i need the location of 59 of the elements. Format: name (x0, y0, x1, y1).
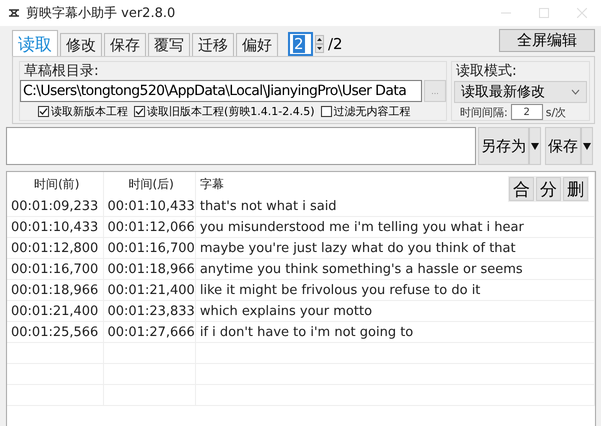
table-cell: like it might be frivolous you refuse to do it (195, 280, 594, 300)
action-button[interactable]: 分 (536, 177, 561, 201)
table-cell: 00:01:10,433 (7, 216, 103, 238)
table-cell: 00:01:16,700 (7, 258, 103, 280)
table-cell: 00:01:12,066 (103, 216, 196, 238)
table-cell: 00:01:21,400 (103, 280, 196, 300)
table-cell: 00:01:25,566 (7, 322, 103, 342)
table-cell: 00:01:23,833 (103, 300, 196, 322)
table-cell: 00:01:16,700 (103, 238, 196, 258)
page-field[interactable]: 2 (288, 32, 313, 56)
table-cell: 00:01:21,400 (7, 300, 103, 322)
table-cell: which explains your motto (195, 300, 594, 322)
save-button[interactable]: 保存 (545, 127, 581, 165)
checkbox-label: 读取旧版本工程(剪映1.4.1-2.4.5) (147, 104, 315, 119)
column-header: 时间(前) (7, 172, 103, 196)
checkbox-label: 读取新版本工程 (51, 104, 128, 119)
tab[interactable]: 偏好 (236, 33, 278, 56)
app-icon (8, 7, 20, 19)
checkbox[interactable] (38, 106, 49, 117)
tab[interactable]: 覆写 (148, 33, 190, 56)
field-label: 时间间隔: (460, 104, 508, 120)
dropdown-button[interactable] (581, 127, 593, 165)
save-button[interactable]: 另存为 (478, 127, 529, 165)
caret-icon (531, 142, 539, 150)
window-title: 剪映字幕小助手 ver2.8.0 (26, 5, 176, 22)
action-button[interactable]: 合 (509, 177, 534, 201)
page-total: /2 (328, 35, 343, 53)
table-cell: 00:01:27,666 (103, 322, 196, 342)
column-header: 时间(后) (103, 172, 196, 196)
table-cell: 00:01:12,800 (7, 238, 103, 258)
checkbox[interactable] (320, 106, 332, 117)
action-button[interactable]: 删 (563, 177, 588, 201)
mode-dropdown[interactable]: 读取最新修改 (454, 81, 587, 103)
table-cell: anytime you think something's a hassle or seems (195, 258, 594, 280)
fullscreen-edit-button[interactable]: 全屏编辑 (499, 29, 595, 52)
unit-label: s/次 (546, 104, 566, 120)
tab[interactable]: 保存 (104, 33, 146, 56)
table-cell: you misunderstood me i'm telling you what i hear (195, 216, 594, 238)
tab[interactable]: 修改 (60, 33, 102, 56)
dropdown-button[interactable] (529, 127, 541, 165)
interval-field[interactable]: 2 (510, 104, 543, 120)
path-field[interactable]: C:\Users\tongtong520\AppData\Local\JianyingPro\User Data (20, 80, 422, 102)
tab[interactable]: 读取 (12, 30, 58, 56)
table-cell: maybe you're just lazy what do you think of that (195, 238, 594, 258)
table-cell: 00:01:10,433 (103, 196, 196, 216)
table-cell: 00:01:18,966 (103, 258, 196, 280)
table-cell: 00:01:18,966 (7, 280, 103, 300)
text-field[interactable] (6, 127, 476, 165)
spin-down-icon[interactable] (315, 44, 324, 53)
chevron-down-icon (571, 89, 580, 95)
caret-icon (583, 142, 591, 150)
field-label: 草稿根目录: (23, 62, 100, 80)
table-cell: if i don't have to i'm not going to (195, 322, 594, 342)
spin-up-icon[interactable] (315, 35, 324, 44)
checkbox[interactable] (134, 106, 145, 117)
field-label: 读取模式: (455, 62, 518, 80)
tab[interactable]: 迁移 (192, 33, 234, 56)
table-cell: 00:01:09,233 (7, 196, 103, 216)
checkbox-label: 过滤无内容工程 (334, 104, 411, 119)
